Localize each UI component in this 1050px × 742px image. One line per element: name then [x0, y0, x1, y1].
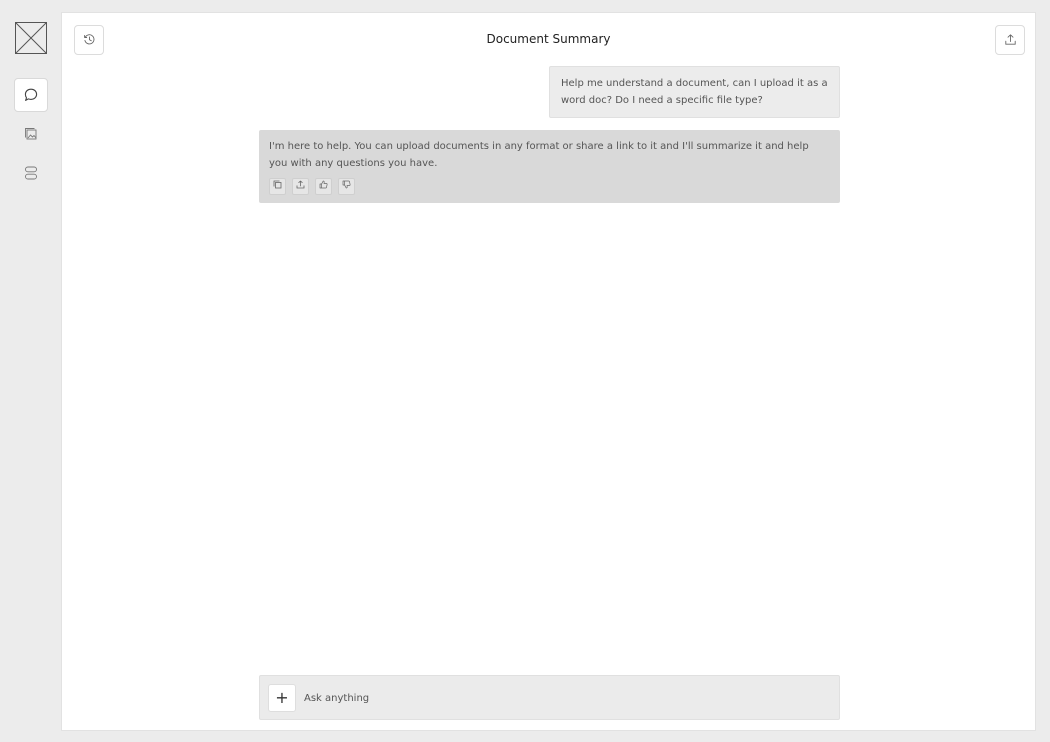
thumbs-down-icon: [342, 178, 351, 195]
upload-share-icon: [1004, 31, 1017, 50]
rail-chat-button[interactable]: [14, 78, 48, 112]
thumbs-up-icon: [319, 178, 328, 195]
like-button[interactable]: [315, 178, 332, 195]
dislike-button[interactable]: [338, 178, 355, 195]
left-rail: [0, 0, 60, 742]
user-message: Help me understand a document, can I upl…: [549, 66, 840, 118]
assistant-message-text: I'm here to help. You can upload documen…: [269, 141, 809, 169]
assistant-message: I'm here to help. You can upload documen…: [259, 130, 840, 203]
chat-bubble-icon: [23, 87, 39, 103]
copy-button[interactable]: [269, 178, 286, 195]
chat-panel: Document Summary Help me understand a do…: [61, 12, 1036, 731]
rail-data-button[interactable]: [14, 156, 48, 190]
user-message-text: Help me understand a document, can I upl…: [561, 78, 828, 106]
copy-icon: [273, 178, 282, 195]
share-icon: [296, 178, 305, 195]
message-composer: +: [259, 675, 840, 720]
share-button[interactable]: [995, 25, 1025, 55]
plus-icon: +: [275, 688, 289, 707]
page-title: Document Summary: [486, 32, 611, 46]
image-gallery-icon: [24, 127, 38, 141]
image-placeholder-icon: [15, 22, 47, 54]
share-message-button[interactable]: [292, 178, 309, 195]
message-actions: [269, 178, 830, 195]
ask-input[interactable]: [304, 687, 824, 709]
rail-images-button[interactable]: [14, 117, 48, 151]
add-attachment-button[interactable]: +: [268, 684, 296, 712]
server-stack-icon: [24, 165, 38, 181]
